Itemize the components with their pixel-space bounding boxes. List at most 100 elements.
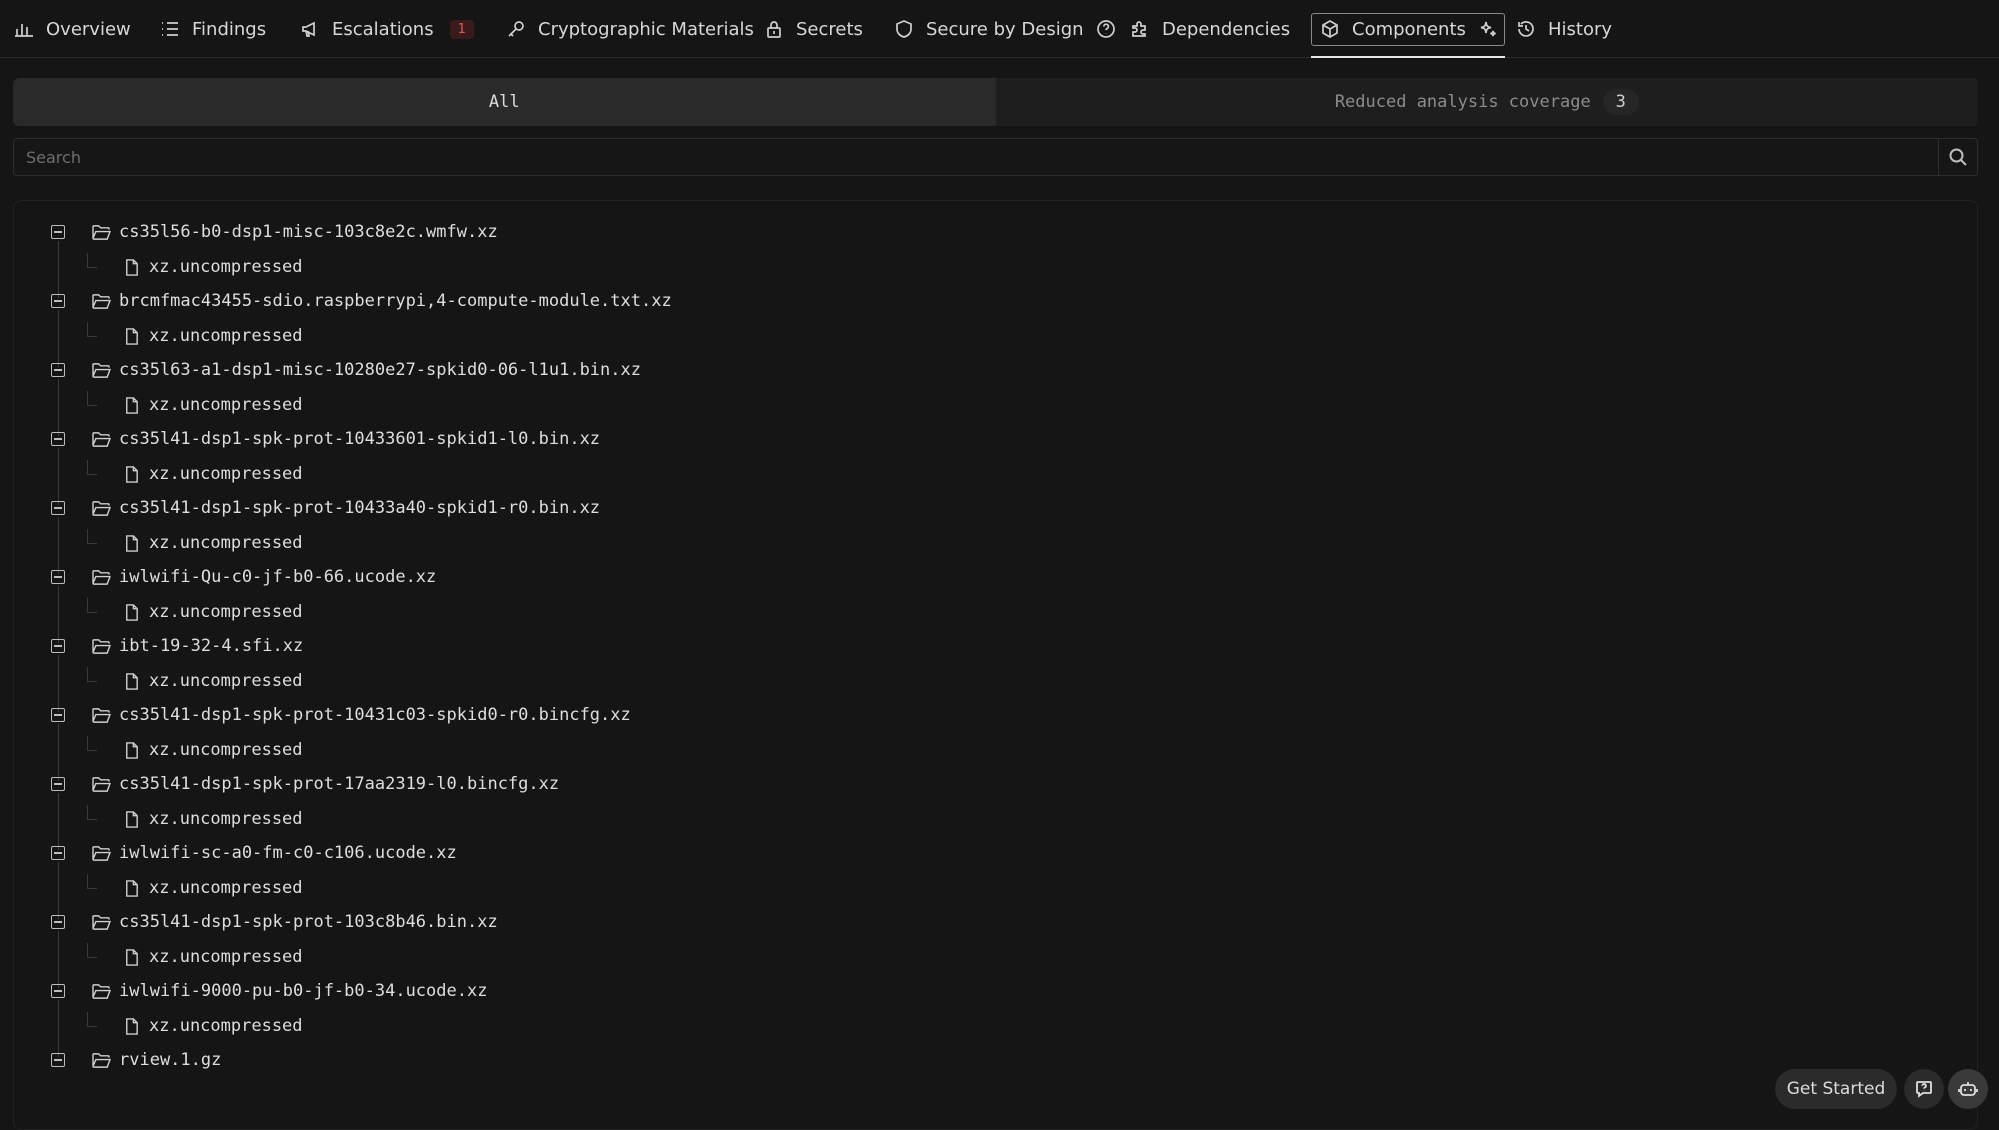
tree-folder-row[interactable]: ibt-19-32-4.sfi.xz <box>92 631 303 661</box>
tree-file-row[interactable]: xz.uncompressed <box>122 735 303 765</box>
tree-folder-row[interactable]: cs35l63-a1-dsp1-misc-10280e27-spkid0-06-… <box>92 355 641 385</box>
tab-components[interactable]: Components <box>1311 0 1505 58</box>
collapse-toggle[interactable] <box>51 363 65 377</box>
file-name: xz.uncompressed <box>149 740 303 760</box>
key-icon <box>508 21 524 37</box>
folder-name: cs35l41-dsp1-spk-prot-10433a40-spkid1-r0… <box>119 498 601 518</box>
tree-folder-row[interactable]: cs35l41-dsp1-spk-prot-17aa2319-l0.bincfg… <box>92 769 559 799</box>
collapse-toggle[interactable] <box>51 777 65 791</box>
tab-secrets[interactable]: Secrets <box>764 0 863 58</box>
collapse-toggle[interactable] <box>51 984 65 998</box>
tree-folder-row[interactable]: cs35l56-b0-dsp1-misc-103c8e2c.wmfw.xz <box>92 217 498 247</box>
search-bar <box>13 138 1978 176</box>
collapse-toggle[interactable] <box>51 225 65 239</box>
tree-file-row[interactable]: xz.uncompressed <box>122 1011 303 1041</box>
folder-open-icon <box>92 224 111 240</box>
tree-guide-line <box>58 517 59 574</box>
collapse-toggle[interactable] <box>51 1053 65 1067</box>
tab-history[interactable]: History <box>1516 0 1612 58</box>
history-icon <box>1518 21 1534 37</box>
cube-icon <box>1322 20 1338 38</box>
tree-folder-row[interactable]: cs35l41-dsp1-spk-prot-10431c03-spkid0-r0… <box>92 700 631 730</box>
collapse-toggle[interactable] <box>51 501 65 515</box>
tab-label: Overview <box>46 18 131 40</box>
file-name: xz.uncompressed <box>149 809 303 829</box>
tree-guide-line <box>58 379 59 436</box>
tree-connector-line <box>87 1026 97 1027</box>
file-name: xz.uncompressed <box>149 257 303 277</box>
tree-file-row[interactable]: xz.uncompressed <box>122 321 303 351</box>
collapse-toggle[interactable] <box>51 846 65 860</box>
tree-file-row[interactable]: xz.uncompressed <box>122 459 303 489</box>
collapse-toggle[interactable] <box>51 432 65 446</box>
tree-connector-line <box>87 529 88 543</box>
tree-file-row[interactable]: xz.uncompressed <box>122 942 303 972</box>
tree-folder-row[interactable]: iwlwifi-9000-pu-b0-jf-b0-34.ucode.xz <box>92 976 487 1006</box>
escalations-count-badge: 1 <box>449 19 474 39</box>
tree-guide-line <box>58 655 59 712</box>
filter-all-label: All <box>488 92 520 112</box>
tree-connector-line <box>87 322 88 336</box>
tree-connector-line <box>87 1012 88 1026</box>
collapse-toggle[interactable] <box>51 708 65 722</box>
file-icon <box>126 810 138 828</box>
file-name: xz.uncompressed <box>149 878 303 898</box>
collapse-toggle[interactable] <box>51 639 65 653</box>
folder-open-icon <box>92 293 111 309</box>
tab-cryptographic-materials[interactable]: Cryptographic Materials <box>506 0 754 58</box>
tree-guide-line <box>58 586 59 643</box>
tree-file-row[interactable]: xz.uncompressed <box>122 597 303 627</box>
file-icon <box>126 741 138 759</box>
search-button[interactable] <box>1938 139 1977 175</box>
tab-findings[interactable]: Findings <box>160 0 266 58</box>
tab-label: Secrets <box>796 18 863 40</box>
tree-guide-line <box>58 241 59 298</box>
tree-connector-line <box>87 267 97 268</box>
search-icon <box>1949 148 1967 166</box>
tree-file-row[interactable]: xz.uncompressed <box>122 873 303 903</box>
filter-all[interactable]: All <box>13 78 996 126</box>
tree-connector-line <box>87 336 97 337</box>
tree-guide-line <box>58 862 59 919</box>
tree-connector-line <box>87 543 97 544</box>
folder-name: rview.1.gz <box>119 1050 222 1070</box>
collapse-toggle[interactable] <box>51 294 65 308</box>
search-input[interactable] <box>14 139 1939 175</box>
tab-dependencies[interactable]: Dependencies <box>1130 0 1290 58</box>
tab-label: Dependencies <box>1162 18 1291 40</box>
lock-icon <box>767 21 781 38</box>
folder-open-icon <box>92 431 111 447</box>
help-circle-icon[interactable] <box>1096 19 1116 39</box>
tree-folder-row[interactable]: iwlwifi-sc-a0-fm-c0-c106.ucode.xz <box>92 838 457 868</box>
assistant-bot-button[interactable] <box>1948 1069 1988 1109</box>
get-started-button[interactable]: Get Started <box>1775 1069 1897 1109</box>
tree-file-row[interactable]: xz.uncompressed <box>122 252 303 282</box>
folder-open-icon <box>92 983 111 999</box>
filter-reduced-coverage[interactable]: Reduced analysis coverage 3 <box>996 78 1979 126</box>
folder-name: cs35l63-a1-dsp1-misc-10280e27-spkid0-06-… <box>119 360 641 380</box>
tree-file-row[interactable]: xz.uncompressed <box>122 528 303 558</box>
tree-folder-row[interactable]: cs35l41-dsp1-spk-prot-10433601-spkid1-l0… <box>92 424 600 454</box>
folder-name: iwlwifi-sc-a0-fm-c0-c106.ucode.xz <box>119 843 457 863</box>
tree-guide-line <box>58 793 59 850</box>
tree-folder-row[interactable]: brcmfmac43455-sdio.raspberrypi,4-compute… <box>92 286 672 316</box>
tree-file-row[interactable]: xz.uncompressed <box>122 666 303 696</box>
tree-folder-row[interactable]: cs35l41-dsp1-spk-prot-103c8b46.bin.xz <box>92 907 498 937</box>
folder-open-icon <box>92 638 111 654</box>
folder-name: ibt-19-32-4.sfi.xz <box>119 636 304 656</box>
help-chat-button[interactable] <box>1904 1069 1944 1109</box>
file-name: xz.uncompressed <box>149 464 303 484</box>
tree-folder-row[interactable]: rview.1.gz <box>92 1045 221 1075</box>
tree-file-row[interactable]: xz.uncompressed <box>122 390 303 420</box>
tree-file-row[interactable]: xz.uncompressed <box>122 804 303 834</box>
tree-folder-row[interactable]: cs35l41-dsp1-spk-prot-10433a40-spkid1-r0… <box>92 493 600 523</box>
tab-escalations[interactable]: Escalations 1 <box>300 0 474 58</box>
collapse-toggle[interactable] <box>51 915 65 929</box>
tab-secure-by-design[interactable]: Secure by Design <box>894 0 1116 58</box>
list-icon <box>162 22 178 36</box>
tree-connector-line <box>87 805 88 819</box>
tab-overview[interactable]: Overview <box>14 0 131 58</box>
folder-open-icon <box>92 500 111 516</box>
tree-folder-row[interactable]: iwlwifi-Qu-c0-jf-b0-66.ucode.xz <box>92 562 436 592</box>
collapse-toggle[interactable] <box>51 570 65 584</box>
